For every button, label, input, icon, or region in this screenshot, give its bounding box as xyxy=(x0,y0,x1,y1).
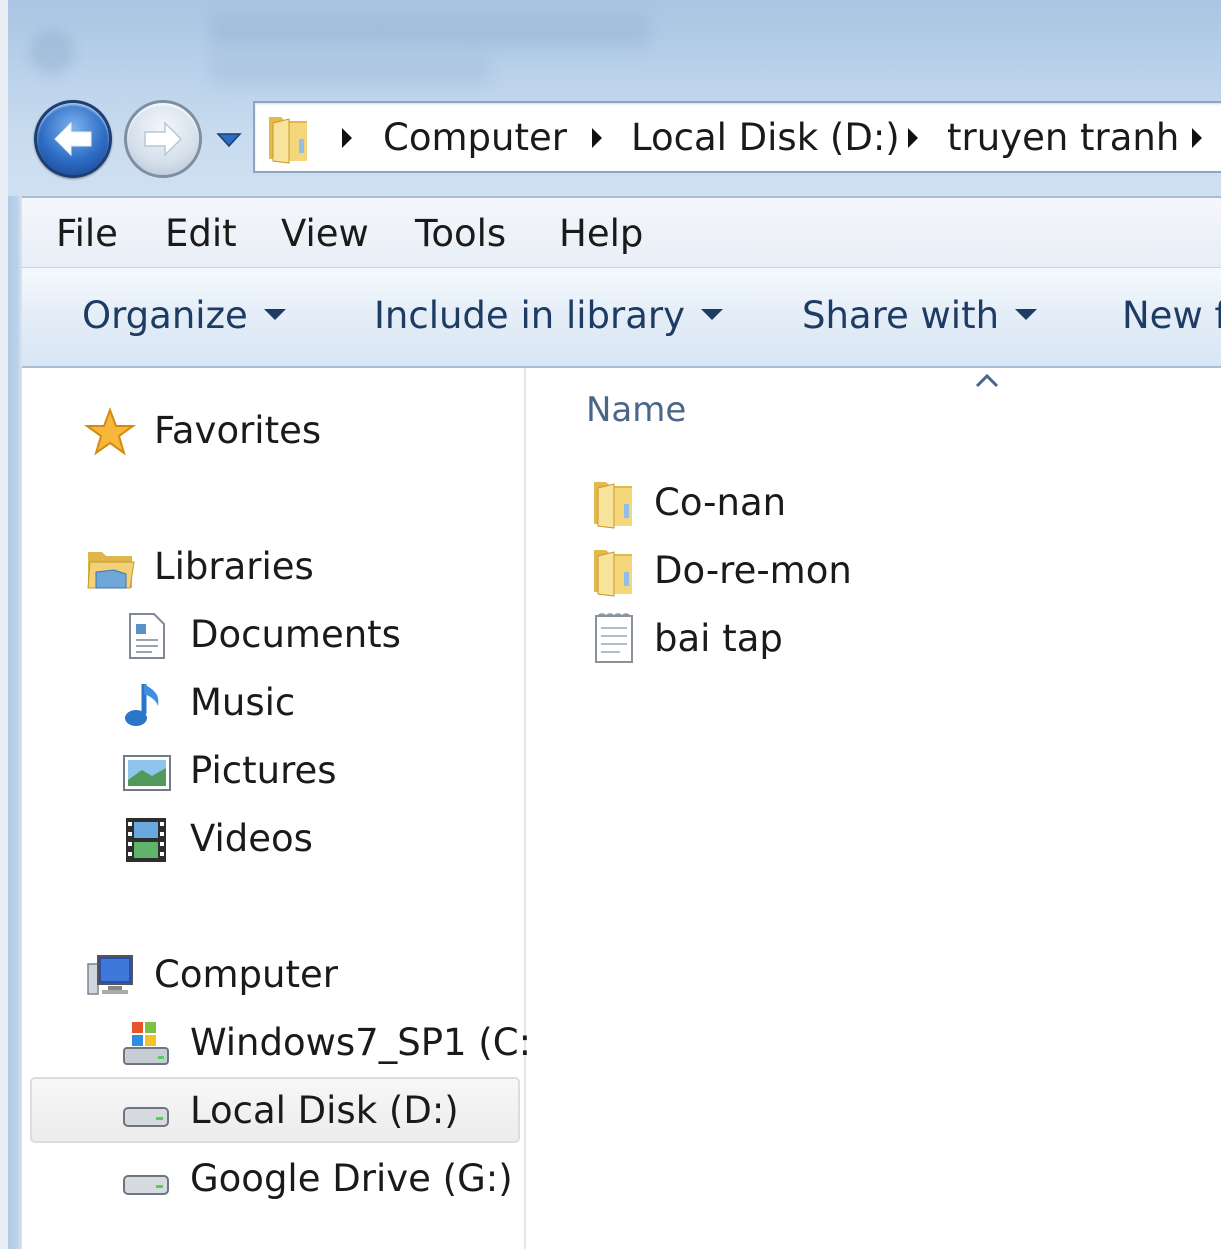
file-row-co-nan[interactable]: Co-nan xyxy=(584,472,1084,532)
breadcrumb-truyen-tranh[interactable]: truyen tranh xyxy=(947,115,1179,161)
menu-bar: File Edit View Tools Help xyxy=(22,196,1221,268)
new-folder-button[interactable]: New f xyxy=(1122,294,1221,338)
nav-videos-label: Videos xyxy=(190,817,313,860)
forward-arrow-icon xyxy=(144,121,183,157)
back-arrow-icon xyxy=(54,121,92,157)
file-name: bai tap xyxy=(654,617,783,660)
breadcrumb-separator-icon[interactable] xyxy=(1189,125,1205,151)
nav-drive-d[interactable]: Local Disk (D:) xyxy=(120,1082,520,1142)
file-row-do-re-mon[interactable]: Do-re-mon xyxy=(584,540,1084,600)
breadcrumb-local-disk-d[interactable]: Local Disk (D:) xyxy=(631,115,900,161)
file-name: Do-re-mon xyxy=(654,549,852,592)
nav-favorites-label: Favorites xyxy=(154,409,322,452)
nav-music[interactable]: Music xyxy=(120,674,420,734)
document-icon xyxy=(129,613,165,659)
library-folder-icon xyxy=(87,552,135,589)
address-bar[interactable]: Computer Local Disk (D:) truyen tranh xyxy=(253,101,1221,173)
computer-icon xyxy=(87,955,133,995)
chevron-down-icon xyxy=(263,309,286,320)
nav-drive-c-label: Windows7_SP1 (C:) xyxy=(190,1021,546,1064)
menu-edit[interactable]: Edit xyxy=(165,212,237,256)
navigation-pane: Favorites Libraries Documents Music Pict… xyxy=(22,368,545,1249)
menu-help[interactable]: Help xyxy=(559,212,643,256)
nav-documents-label: Documents xyxy=(190,613,401,656)
sort-ascending-icon xyxy=(975,373,999,388)
film-icon xyxy=(126,818,166,862)
nav-libraries-label: Libraries xyxy=(154,545,314,588)
file-row-bai-tap[interactable]: bai tap xyxy=(584,608,1084,668)
nav-music-label: Music xyxy=(190,681,296,724)
nav-drive-d-label: Local Disk (D:) xyxy=(190,1089,459,1132)
blurred-title-text xyxy=(210,14,650,48)
hard-drive-icon xyxy=(123,1175,169,1195)
menu-view[interactable]: View xyxy=(281,212,369,256)
folder-icon xyxy=(594,550,632,597)
blurred-title-text xyxy=(210,56,490,84)
command-bar: Organize Include in library Share with N… xyxy=(22,268,1221,368)
star-icon xyxy=(84,407,136,456)
file-list: Name Co-nan Do-re-mon bai tap xyxy=(528,368,1221,1249)
new-folder-label: New f xyxy=(1122,294,1221,337)
picture-icon xyxy=(123,755,171,791)
breadcrumb-separator-icon[interactable] xyxy=(589,125,605,151)
share-with-label: Share with xyxy=(802,294,1000,337)
window-edge xyxy=(0,0,8,1249)
blurred-window-icon xyxy=(30,30,74,74)
nav-pictures-label: Pictures xyxy=(190,749,337,792)
menu-tools[interactable]: Tools xyxy=(415,212,506,256)
nav-drive-c[interactable]: Windows7_SP1 (C:) xyxy=(120,1014,545,1074)
chevron-down-icon xyxy=(216,133,242,148)
hard-drive-icon xyxy=(123,1107,169,1127)
forward-button[interactable] xyxy=(124,100,202,178)
recent-pages-dropdown[interactable] xyxy=(214,128,244,152)
column-header-name[interactable]: Name xyxy=(586,388,686,432)
system-drive-icon xyxy=(123,1022,169,1065)
file-name: Co-nan xyxy=(654,481,787,524)
breadcrumb-separator-icon[interactable] xyxy=(339,125,355,151)
chevron-down-icon xyxy=(1015,309,1038,320)
share-with-button[interactable]: Share with xyxy=(802,294,1038,338)
organize-button[interactable]: Organize xyxy=(82,294,286,338)
breadcrumb-computer[interactable]: Computer xyxy=(383,115,567,161)
nav-documents[interactable]: Documents xyxy=(120,606,420,666)
nav-computer[interactable]: Computer xyxy=(84,946,384,1006)
nav-libraries[interactable]: Libraries xyxy=(84,538,384,598)
nav-drive-g-label: Google Drive (G:) xyxy=(190,1157,513,1200)
nav-favorites[interactable]: Favorites xyxy=(84,402,384,462)
back-button[interactable] xyxy=(34,100,112,178)
nav-computer-label: Computer xyxy=(154,953,338,996)
include-in-library-button[interactable]: Include in library xyxy=(374,294,723,338)
menu-file[interactable]: File xyxy=(56,212,118,256)
folder-icon xyxy=(594,482,632,529)
chevron-down-icon xyxy=(700,309,723,320)
text-file-icon xyxy=(595,613,633,663)
nav-pictures[interactable]: Pictures xyxy=(120,742,420,802)
music-note-icon xyxy=(125,684,159,726)
organize-label: Organize xyxy=(82,294,248,337)
nav-drive-g[interactable]: Google Drive (G:) xyxy=(120,1150,520,1210)
breadcrumb-separator-icon[interactable] xyxy=(905,125,921,151)
nav-videos[interactable]: Videos xyxy=(120,810,420,870)
include-in-library-label: Include in library xyxy=(374,294,685,337)
folder-icon xyxy=(269,117,307,164)
